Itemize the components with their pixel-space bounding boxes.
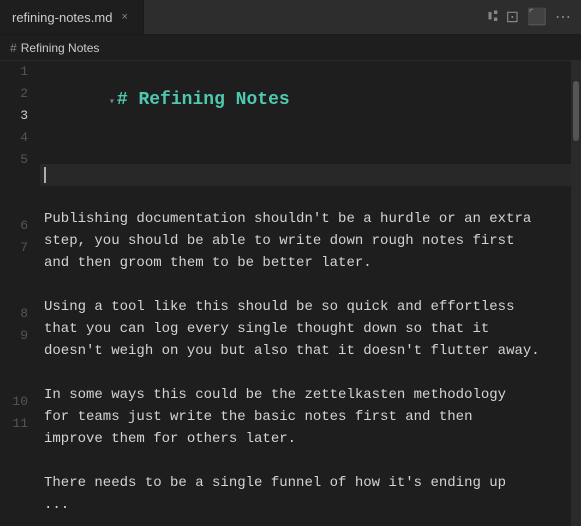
- line-num-1: 1: [0, 61, 40, 83]
- line-num-11: 11: [0, 413, 40, 435]
- line-num-6: 6: [0, 215, 40, 237]
- line-7-para: Using a tool like this should be so quic…: [40, 296, 571, 362]
- scrollbar[interactable]: [571, 61, 581, 526]
- text-cursor: [44, 167, 46, 183]
- line-3-cursor[interactable]: [40, 164, 571, 186]
- line-num-7: 7: [0, 237, 40, 259]
- layout-icon[interactable]: ⊡: [506, 7, 519, 27]
- breadcrumb-title: Refining Notes: [21, 41, 100, 55]
- editor-container: 1 2 3 4 5 6 7 8 9 10 11 ▾# Refining Note…: [0, 61, 581, 526]
- line-num-10: 10: [0, 391, 40, 413]
- heading-hash: #: [117, 90, 139, 110]
- scrollbar-thumb[interactable]: [573, 81, 579, 141]
- line-numbers: 1 2 3 4 5 6 7 8 9 10 11: [0, 61, 40, 526]
- heading-text: Refining Notes: [138, 90, 289, 110]
- chevron-icon: ▾: [109, 97, 115, 108]
- line-num-2: 2: [0, 83, 40, 105]
- tab-bar: refining-notes.md × ⑆ ⊡ ⬛ ⋯: [0, 0, 581, 35]
- line-2-empty: [40, 142, 571, 164]
- tab-filename: refining-notes.md: [12, 10, 112, 25]
- columns-icon[interactable]: ⬛: [527, 7, 547, 27]
- split-icon[interactable]: ⑆: [488, 8, 498, 26]
- more-icon[interactable]: ⋯: [555, 7, 571, 27]
- line-num-4: 4: [0, 127, 40, 149]
- line-num-3: 3: [0, 105, 40, 127]
- line-num-5: 5: [0, 149, 40, 171]
- line-4-empty: [40, 186, 571, 208]
- line-5-para: Publishing documentation shouldn't be a …: [40, 208, 571, 274]
- line-1-heading: ▾# Refining Notes: [40, 61, 571, 142]
- breadcrumb-hash: #: [10, 41, 17, 55]
- tab-close-button[interactable]: ×: [118, 10, 130, 24]
- breadcrumb: # Refining Notes: [0, 35, 581, 61]
- line-11-para: There needs to be a single funnel of how…: [40, 472, 571, 516]
- tab-refining-notes[interactable]: refining-notes.md ×: [0, 0, 144, 34]
- line-9-para: In some ways this could be the zettelkas…: [40, 384, 571, 450]
- line-10-empty: [40, 450, 571, 472]
- line-6-empty: [40, 274, 571, 296]
- line-num-9: 9: [0, 325, 40, 347]
- line-num-8: 8: [0, 303, 40, 325]
- toolbar-icons: ⑆ ⊡ ⬛ ⋯: [478, 7, 581, 27]
- editor-content[interactable]: ▾# Refining Notes Publishing documentati…: [40, 61, 571, 526]
- line-8-empty: [40, 362, 571, 384]
